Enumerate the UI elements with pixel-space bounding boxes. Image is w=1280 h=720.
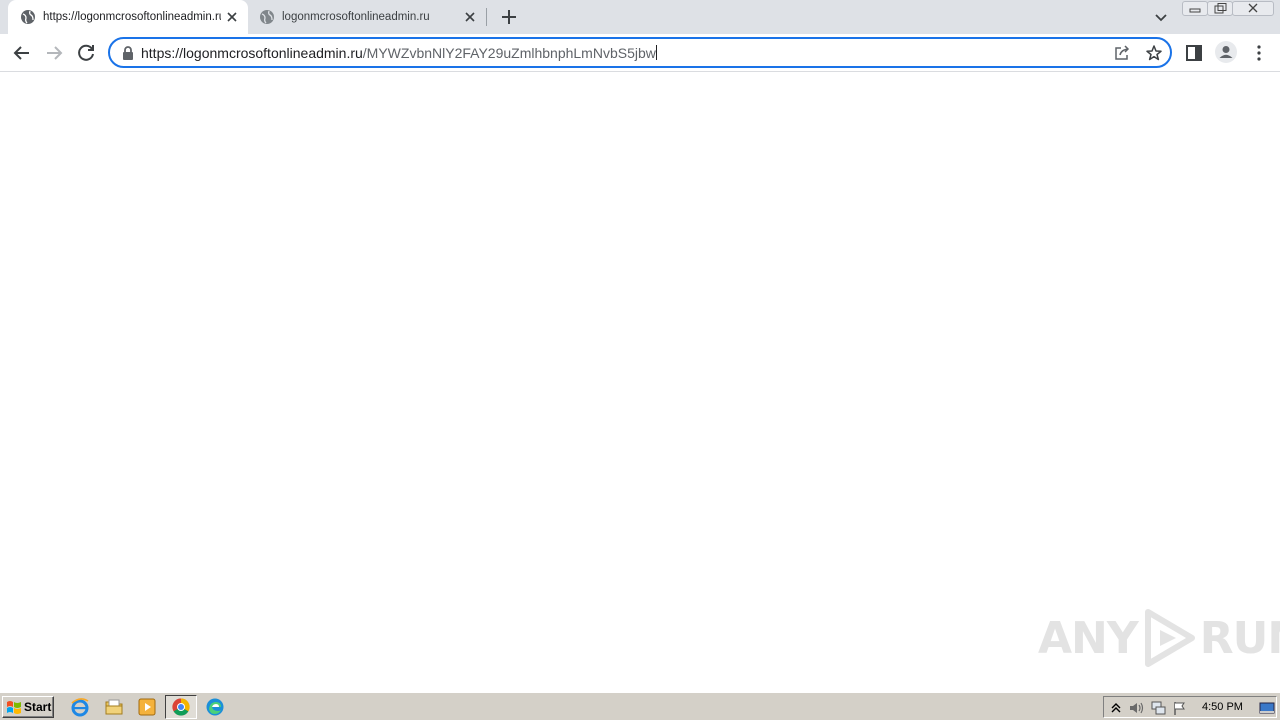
network-icon[interactable] xyxy=(1150,700,1166,716)
close-icon xyxy=(1248,3,1258,13)
show-desktop-icon[interactable] xyxy=(1259,700,1275,716)
watermark-text-left: ANY xyxy=(1038,612,1139,664)
restore-icon xyxy=(1214,3,1227,14)
system-tray: 4:50 PM xyxy=(1103,696,1277,718)
restore-button[interactable] xyxy=(1207,1,1233,16)
side-panel-icon[interactable] xyxy=(1184,43,1204,63)
chrome-icon xyxy=(172,698,190,716)
menu-kebab-icon[interactable] xyxy=(1249,43,1269,63)
show-hidden-icons-icon[interactable] xyxy=(1108,700,1124,716)
close-tab-icon[interactable] xyxy=(224,9,240,25)
chevron-down-icon[interactable] xyxy=(1152,8,1170,26)
tab-inactive[interactable]: logonmcrosoftonlineadmin.ru xyxy=(250,0,486,34)
browser-toolbar: https://logonmcrosoftonlineadmin.ru/MYWZ… xyxy=(0,34,1280,72)
watermark-text-right: RUN xyxy=(1199,612,1280,664)
text-caret xyxy=(655,45,657,60)
page-content xyxy=(0,72,1280,692)
new-tab-icon[interactable] xyxy=(499,7,519,27)
share-icon[interactable] xyxy=(1113,44,1131,62)
action-center-flag-icon[interactable] xyxy=(1172,700,1188,716)
tab-separator xyxy=(486,8,487,26)
tab-title: https://logonmcrosoftonlineadmin.ru/ xyxy=(43,11,221,23)
back-icon[interactable] xyxy=(11,42,33,64)
minimize-button[interactable] xyxy=(1182,1,1208,16)
chrome-taskbar-button[interactable] xyxy=(165,695,197,719)
tab-strip: https://logonmcrosoftonlineadmin.ru/ log… xyxy=(0,0,1280,34)
windows-flag-icon xyxy=(7,701,21,714)
forward-icon[interactable] xyxy=(43,42,65,64)
media-player-icon[interactable] xyxy=(137,697,157,717)
volume-icon[interactable] xyxy=(1128,700,1144,716)
reload-icon[interactable] xyxy=(75,42,97,64)
internet-explorer-icon[interactable] xyxy=(70,697,90,717)
url-host: https://logonmcrosoftonlineadmin.ru xyxy=(141,45,363,61)
lock-icon[interactable] xyxy=(121,45,135,61)
clock[interactable]: 4:50 PM xyxy=(1202,701,1243,713)
url-path: /MYWZvbnNlY2FAY29uZmlhbnphLmNvbS5jbw xyxy=(362,45,656,61)
bookmark-star-icon[interactable] xyxy=(1145,44,1163,62)
start-button[interactable]: Start xyxy=(2,696,54,718)
play-logo-icon xyxy=(1144,609,1195,667)
address-bar[interactable]: https://logonmcrosoftonlineadmin.ru/MYWZ… xyxy=(108,37,1172,68)
anyrun-watermark: ANY RUN xyxy=(1038,608,1280,668)
folder-icon[interactable] xyxy=(104,697,124,717)
start-label: Start xyxy=(24,700,52,714)
edge-icon[interactable] xyxy=(205,697,225,717)
globe-icon xyxy=(260,10,274,24)
tab-active[interactable]: https://logonmcrosoftonlineadmin.ru/ xyxy=(8,0,248,34)
close-window-button[interactable] xyxy=(1232,1,1274,16)
close-tab-icon[interactable] xyxy=(462,9,478,25)
taskbar: Start 4:50 PM xyxy=(0,692,1280,720)
profile-avatar-icon[interactable] xyxy=(1215,41,1237,63)
tab-title: logonmcrosoftonlineadmin.ru xyxy=(282,11,430,23)
globe-icon xyxy=(21,10,35,24)
minimize-icon xyxy=(1189,8,1201,13)
url-text[interactable]: https://logonmcrosoftonlineadmin.ru/MYWZ… xyxy=(141,45,657,61)
